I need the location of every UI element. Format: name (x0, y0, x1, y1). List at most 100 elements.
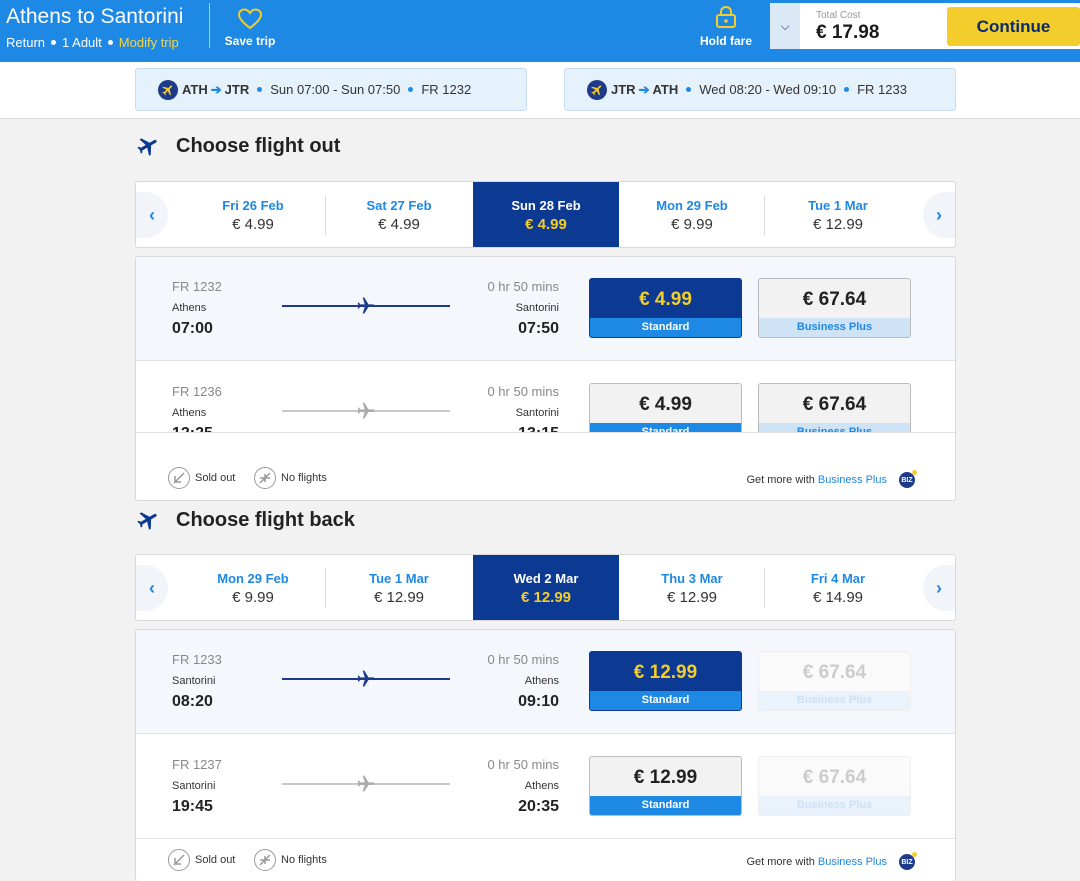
next-dates-button[interactable]: › (923, 192, 955, 238)
date-option[interactable]: Fri 4 Mar € 14.99 (765, 555, 911, 620)
date-option[interactable]: Thu 3 Mar € 12.99 (619, 555, 765, 620)
date-label: Sat 27 Feb (366, 198, 432, 213)
business-plus-fare-button[interactable]: € 67.64 Business Plus (758, 278, 911, 338)
date-price: € 12.99 (373, 589, 425, 606)
return-flight-list: FR 1233 Santorini 08:20 0 hr 50 mins Ath… (135, 629, 956, 881)
continue-button[interactable]: Continue (947, 7, 1080, 46)
fare-label: Business Plus (759, 318, 910, 337)
fare-price: € 4.99 (639, 394, 692, 415)
business-plus-link[interactable]: Business Plus (818, 474, 887, 486)
promo-text: Get more with (746, 856, 815, 868)
standard-fare-button[interactable]: € 12.99 Standard (589, 651, 742, 711)
hold-fare-label: Hold fare (699, 34, 752, 48)
lock-icon (716, 5, 736, 28)
date-option[interactable]: Tue 1 Mar € 12.99 (326, 555, 472, 620)
flight-duration: 0 hr 50 mins (487, 384, 559, 399)
summary-to-code: ATH (652, 82, 679, 97)
fare-price: € 67.64 (802, 662, 867, 683)
outbound-summary-card[interactable]: ATH ➔ JTR Sun 07:00 - Sun 07:50 FR 1232 (135, 68, 527, 111)
trip-details: Return 1 Adult Modify trip (6, 35, 179, 50)
fare-label: Standard (590, 318, 741, 337)
no-flights-icon (254, 467, 276, 489)
date-label: Wed 2 Mar (513, 571, 579, 586)
date-option[interactable]: Fri 26 Feb € 4.99 (180, 182, 326, 247)
save-trip-label: Save trip (224, 34, 276, 48)
selected-flights-summary: ATH ➔ JTR Sun 07:00 - Sun 07:50 FR 1232 JT… (0, 62, 1080, 119)
prev-dates-button[interactable]: ‹ (136, 192, 168, 238)
modify-trip-link[interactable]: Modify trip (119, 35, 179, 50)
flight-duration: 0 hr 50 mins (487, 757, 559, 772)
outbound-flight-list: FR 1232 Athens 07:00 0 hr 50 mins Santor… (135, 256, 956, 501)
origin-city: Santorini (172, 780, 216, 792)
summary-from-code: JTR (611, 82, 636, 97)
origin-city: Athens (172, 302, 207, 314)
flight-number: FR 1233 (172, 652, 222, 667)
heart-icon (238, 8, 262, 30)
fare-label: Business Plus (759, 796, 910, 815)
trip-title: Athens to Santorini (6, 5, 184, 28)
fare-price: € 12.99 (633, 662, 698, 683)
date-option[interactable]: Sat 27 Feb € 4.99 (326, 182, 472, 247)
standard-fare-button[interactable]: € 12.99 Standard (589, 756, 742, 816)
fare-price: € 4.99 (639, 289, 692, 310)
origin-city: Athens (172, 407, 207, 419)
total-cost-label: Total Cost (816, 10, 861, 21)
summary-times: Sun 07:00 - Sun 07:50 (270, 82, 401, 97)
chevron-down-icon: ⌵ (780, 18, 790, 33)
promo-text: Get more with (746, 474, 815, 486)
plane-icon (357, 670, 375, 687)
date-label: Mon 29 Feb (656, 198, 728, 213)
summary-from-code: ATH (182, 82, 208, 97)
flight-row[interactable]: FR 1232 Athens 07:00 0 hr 50 mins Santor… (136, 257, 955, 361)
fare-legend: Sold out No flights Get more with Busines… (136, 457, 955, 500)
outbound-section-header: Choose flight out (136, 134, 340, 158)
legend-label: Sold out (195, 472, 236, 484)
plane-departure-icon (137, 138, 157, 156)
standard-fare-button[interactable]: € 4.99 Standard (589, 278, 742, 338)
top-bar: Athens to Santorini Return 1 Adult Modify … (0, 0, 1080, 62)
summary-times: Wed 08:20 - Wed 09:10 (699, 82, 837, 97)
section-title: Choose flight back (176, 508, 355, 531)
flight-duration: 0 hr 50 mins (487, 652, 559, 667)
destination-city: Athens (524, 675, 559, 687)
date-option-selected[interactable]: Wed 2 Mar € 12.99 (473, 555, 619, 620)
date-price: € 14.99 (812, 589, 864, 606)
arrival-time: 20:35 (518, 798, 559, 815)
section-title: Choose flight out (176, 134, 341, 157)
date-price: € 12.99 (666, 589, 718, 606)
flight-row[interactable]: FR 1236 Athens 12:25 0 hr 50 mins Santor… (136, 362, 955, 433)
date-option[interactable]: Mon 29 Feb € 9.99 (619, 182, 765, 247)
prev-dates-button[interactable]: ‹ (136, 565, 168, 611)
flight-row[interactable]: FR 1233 Santorini 08:20 0 hr 50 mins Ath… (136, 630, 955, 734)
fare-price: € 67.64 (802, 767, 867, 788)
business-plus-fare-button[interactable]: € 67.64 Business Plus (758, 383, 911, 432)
date-option-selected[interactable]: Sun 28 Feb € 4.99 (473, 182, 619, 247)
hold-fare-button[interactable]: Hold fare (696, 5, 756, 48)
save-trip-button[interactable]: Save trip (222, 6, 278, 48)
next-dates-button[interactable]: › (923, 565, 955, 611)
departure-time: 19:45 (172, 798, 213, 815)
fare-label: Standard (590, 691, 741, 710)
date-option[interactable]: Mon 29 Feb € 9.99 (180, 555, 326, 620)
arrival-time: 13:15 (518, 425, 559, 432)
flight-number: FR 1237 (172, 757, 222, 772)
standard-fare-button[interactable]: € 4.99 Standard (589, 383, 742, 432)
date-label: Sun 28 Feb (511, 198, 581, 213)
date-label: Mon 29 Feb (217, 571, 289, 586)
legend-sold-out: Sold out (168, 849, 235, 871)
business-plus-badge-icon: BIZ (899, 852, 917, 870)
business-plus-promo[interactable]: Get more with Business Plus BIZ (746, 852, 917, 870)
chevron-right-icon: › (936, 577, 942, 598)
trip-type: Return (6, 35, 46, 50)
header-divider (209, 3, 210, 48)
cost-breakdown-toggle[interactable]: ⌵ (770, 3, 800, 49)
return-summary-card[interactable]: JTR ➔ ATH Wed 08:20 - Wed 09:10 FR 1233 (564, 68, 956, 111)
fare-price: € 12.99 (633, 767, 698, 788)
date-option[interactable]: Tue 1 Mar € 12.99 (765, 182, 911, 247)
business-plus-promo[interactable]: Get more with Business Plus BIZ (746, 470, 917, 488)
date-label: Tue 1 Mar (369, 571, 429, 586)
flight-row[interactable]: FR 1237 Santorini 19:45 0 hr 50 mins Ath… (136, 735, 955, 839)
fare-price: € 67.64 (802, 289, 867, 310)
business-plus-link[interactable]: Business Plus (818, 856, 887, 868)
sold-out-icon (168, 467, 190, 489)
